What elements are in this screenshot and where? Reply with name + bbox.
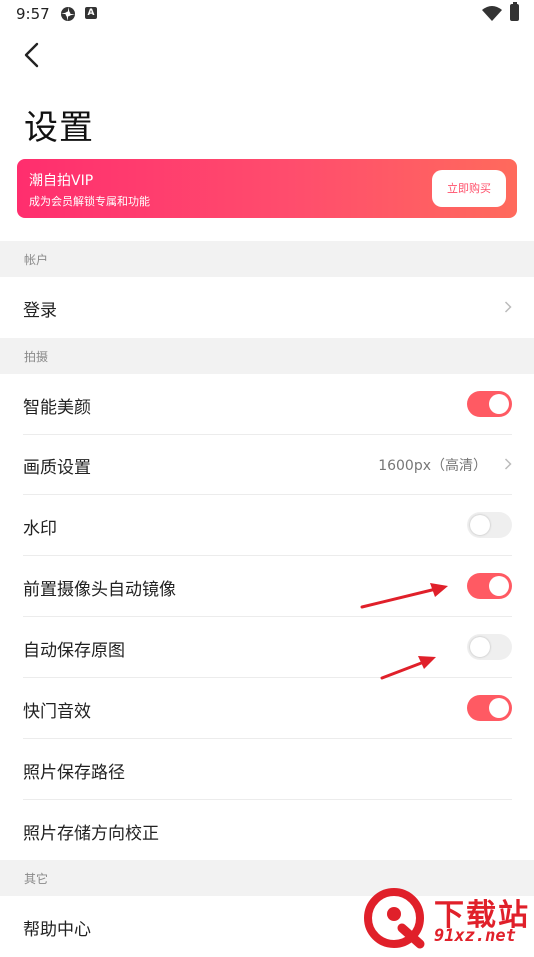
wifi-icon: [482, 6, 502, 21]
row-watermark: 水印: [0, 495, 534, 556]
row-label: 照片存储方向校正: [23, 824, 159, 844]
section-label: 帐户: [24, 253, 49, 267]
vip-subtitle: 成为会员解锁专属和功能: [29, 195, 150, 208]
toggle-knob: [489, 576, 509, 596]
shutter-sound-toggle[interactable]: [467, 695, 512, 721]
chevron-right-icon: [504, 301, 512, 313]
save-original-toggle[interactable]: [467, 634, 512, 660]
buy-now-button[interactable]: 立即购买: [432, 170, 506, 207]
status-time: 9:57: [16, 5, 50, 23]
row-shutter-sound: 快门音效: [0, 678, 534, 739]
annotation-arrow-icon: [360, 583, 448, 609]
row-photo-save-path[interactable]: 照片保存路径: [0, 739, 534, 800]
chevron-right-icon: [504, 458, 512, 470]
vip-banner[interactable]: 潮自拍VIP 成为会员解锁专属和功能 立即购买: [17, 159, 517, 218]
row-label: 帮助中心: [23, 920, 91, 940]
toggle-knob: [470, 515, 490, 535]
section-header-shooting: 拍摄: [0, 338, 534, 374]
watermark-url-text: 91xz.net: [434, 926, 516, 946]
row-quality-settings[interactable]: 画质设置 1600px（高清）: [0, 434, 534, 495]
quality-value: 1600px（高清）: [378, 458, 487, 474]
watermark-logo: 下载站 91xz.net: [364, 888, 534, 950]
toggle-knob: [489, 698, 509, 718]
row-label: 自动保存原图: [23, 641, 125, 661]
brand-logo-icon: [364, 888, 425, 949]
status-bar: 9:57 A: [0, 0, 534, 28]
smart-beauty-toggle[interactable]: [467, 391, 512, 417]
vip-title: 潮自拍VIP: [29, 173, 94, 189]
annotation-arrow-icon: [380, 656, 436, 680]
section-header-account: 帐户: [0, 241, 534, 277]
row-label: 智能美颜: [23, 398, 91, 418]
watermark-toggle[interactable]: [467, 512, 512, 538]
row-smart-beauty: 智能美颜: [0, 374, 534, 435]
row-label: 前置摄像头自动镜像: [23, 580, 176, 600]
row-login[interactable]: 登录: [0, 277, 534, 338]
row-label: 照片保存路径: [23, 763, 125, 783]
row-label: 登录: [23, 301, 57, 321]
section-label: 其它: [24, 872, 49, 886]
back-arrow-icon[interactable]: [16, 38, 50, 72]
section-label: 拍摄: [24, 350, 49, 364]
row-label: 水印: [23, 519, 57, 539]
row-label: 画质设置: [23, 458, 91, 478]
row-label: 快门音效: [23, 702, 91, 722]
front-mirror-toggle[interactable]: [467, 573, 512, 599]
row-auto-save-original: 自动保存原图: [0, 617, 534, 678]
battery-icon: [510, 2, 519, 21]
row-orientation-correction[interactable]: 照片存储方向校正: [0, 800, 534, 861]
toggle-knob: [470, 637, 490, 657]
settings-gear-icon: [61, 7, 75, 21]
toggle-knob: [489, 394, 509, 414]
notification-app-icon: A: [85, 7, 97, 19]
page-title: 设置: [24, 108, 94, 148]
